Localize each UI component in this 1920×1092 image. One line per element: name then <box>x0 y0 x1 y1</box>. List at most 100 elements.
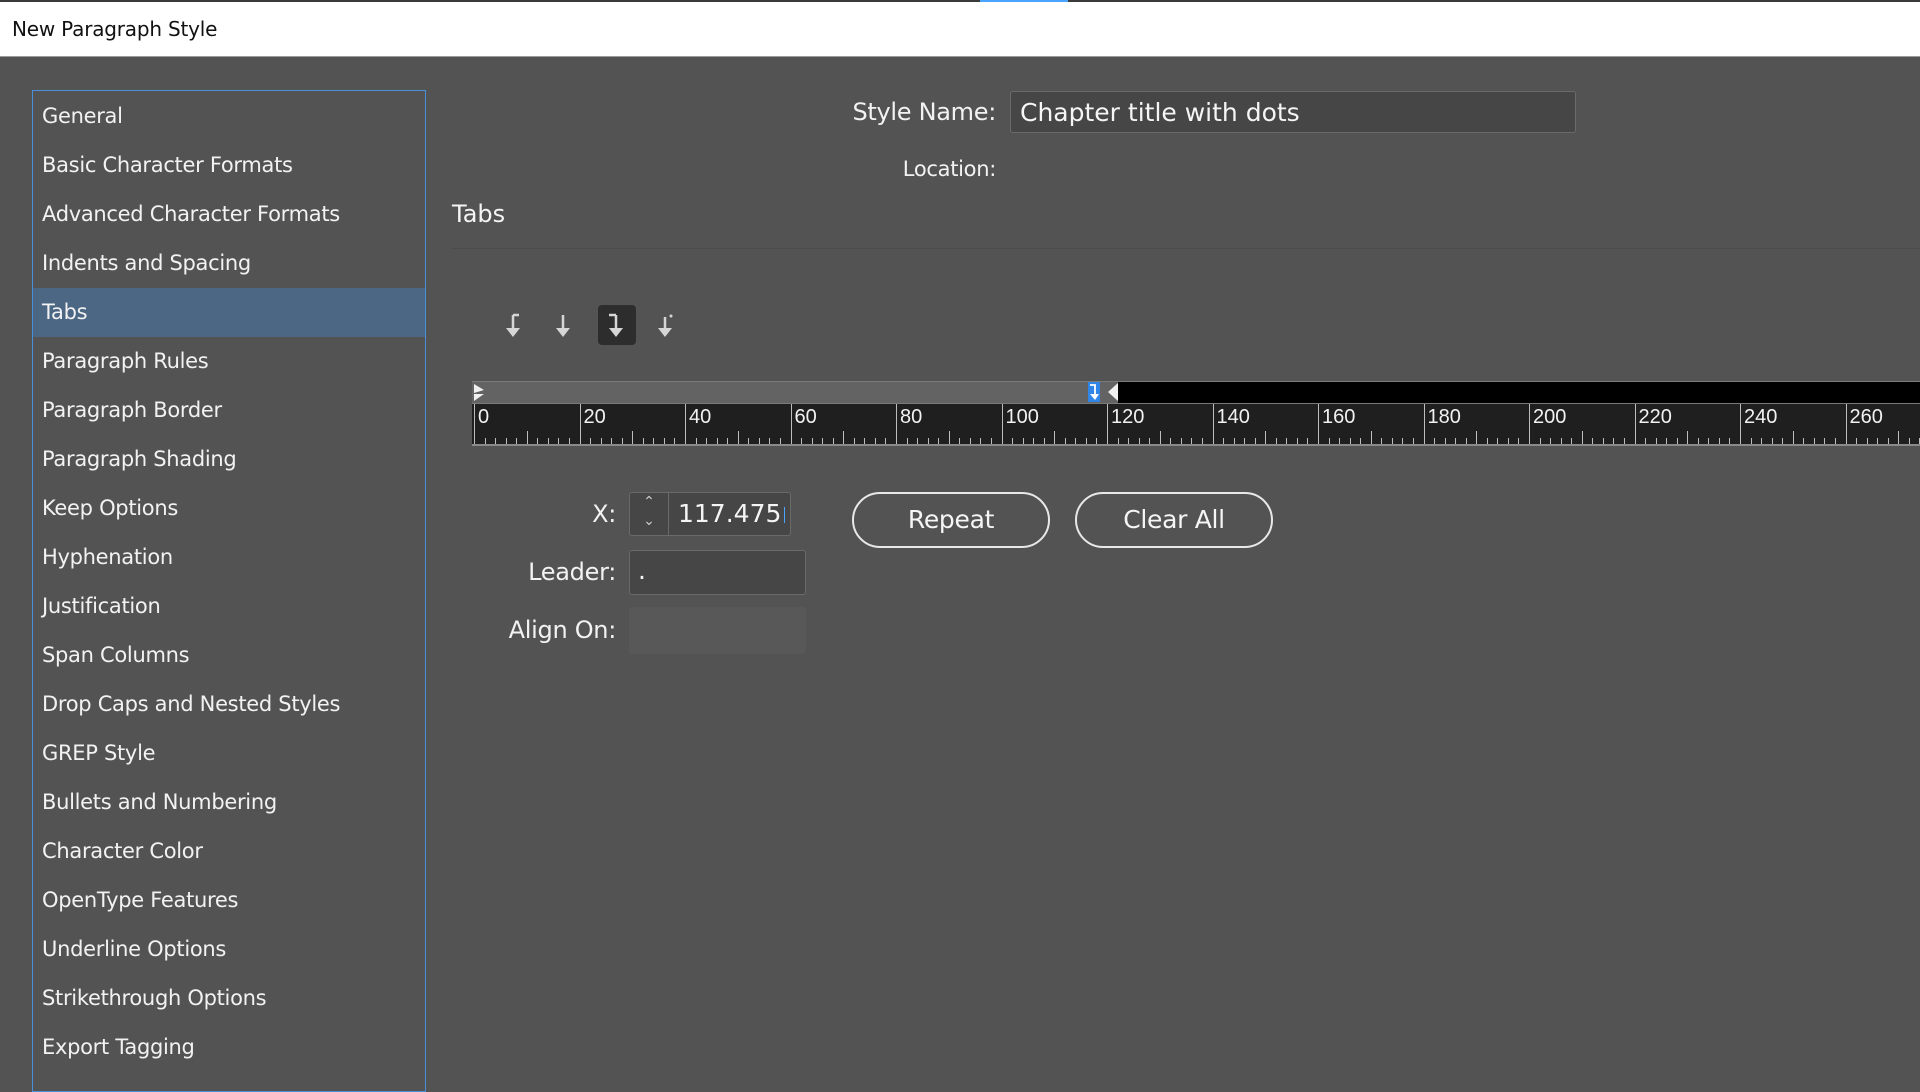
ruler-minor-tick <box>1518 438 1520 444</box>
leader-input[interactable]: . <box>629 550 806 595</box>
ruler-minor-tick <box>843 431 845 444</box>
ruler-major-tick <box>1318 404 1319 444</box>
ruler-minor-tick <box>1096 438 1098 444</box>
ruler-minor-tick <box>906 438 908 444</box>
sidebar-item-indents-and-spacing[interactable]: Indents and Spacing <box>33 239 425 288</box>
ruler-minor-tick <box>822 438 824 444</box>
ruler-label: 100 <box>1005 406 1039 428</box>
ruler-minor-tick <box>727 438 729 444</box>
ruler-minor-tick <box>1265 431 1267 444</box>
x-position-stepper[interactable]: ⌃ ⌄ 117.475 <box>629 492 791 536</box>
style-name-input[interactable]: Chapter title with dots <box>1010 91 1576 133</box>
ruler-minor-tick <box>980 438 982 444</box>
ruler-minor-tick <box>1666 438 1668 444</box>
category-list-items: General Basic Character Formats Advanced C… <box>33 91 425 1072</box>
ruler-minor-tick <box>695 438 697 444</box>
ruler-major-tick <box>1634 404 1636 444</box>
sidebar-item-bullets-and-numbering[interactable]: Bullets and Numbering <box>33 778 425 827</box>
sidebar-item-drop-caps-and-nested-styles[interactable]: Drop Caps and Nested Styles <box>33 680 425 729</box>
sidebar-item-basic-character-formats[interactable]: Basic Character Formats <box>33 141 425 190</box>
tab-stop-marker[interactable] <box>1087 382 1100 402</box>
ruler-minor-tick <box>1370 431 1372 444</box>
ruler-minor-tick <box>1792 431 1794 444</box>
sidebar-item-hyphenation[interactable]: Hyphenation <box>33 533 425 582</box>
ruler-minor-tick <box>1887 438 1889 444</box>
ruler-minor-tick <box>600 438 602 444</box>
ruler-minor-tick <box>1592 438 1594 444</box>
center-justified-tab-button[interactable] <box>546 305 584 345</box>
right-indent-marker[interactable] <box>1107 383 1118 401</box>
ruler-minor-tick <box>990 438 992 444</box>
clear-all-button[interactable]: Clear All <box>1075 492 1273 548</box>
ruler-minor-tick <box>1898 431 1900 444</box>
ruler-minor-tick <box>1866 438 1868 444</box>
ruler-minor-tick <box>1033 438 1035 444</box>
ruler-minor-tick <box>590 438 592 444</box>
chevron-up-icon[interactable]: ⌃ <box>630 493 668 512</box>
ruler-minor-tick <box>1645 438 1647 444</box>
x-position-value[interactable]: 117.475 <box>678 493 781 535</box>
sidebar-item-justification[interactable]: Justification <box>33 582 425 631</box>
ruler-minor-tick <box>1687 431 1689 444</box>
ruler-minor-tick <box>811 438 813 444</box>
ruler-minor-tick <box>1782 438 1784 444</box>
align-to-decimal-tab-button[interactable] <box>648 305 686 345</box>
ruler-major-tick <box>1001 404 1003 444</box>
ruler-major-tick <box>790 404 792 444</box>
ruler-minor-tick <box>1180 438 1182 444</box>
ruler-minor-tick <box>758 438 760 444</box>
ruler-minor-tick <box>1191 438 1193 444</box>
sidebar-item-underline-options[interactable]: Underline Options <box>33 925 425 974</box>
sidebar-item-grep-style[interactable]: GREP Style <box>33 729 425 778</box>
ruler-minor-tick <box>611 438 613 444</box>
ruler-minor-tick <box>1296 438 1298 444</box>
section-title: Tabs <box>452 200 506 228</box>
ruler-minor-tick <box>1655 438 1657 444</box>
sidebar-item-keep-options[interactable]: Keep Options <box>33 484 425 533</box>
sidebar-item-advanced-character-formats[interactable]: Advanced Character Formats <box>33 190 425 239</box>
sidebar-item-paragraph-shading[interactable]: Paragraph Shading <box>33 435 425 484</box>
ruler-minor-tick <box>1761 438 1763 444</box>
sidebar-item-character-color[interactable]: Character Color <box>33 827 425 876</box>
ruler-minor-tick <box>1581 431 1583 444</box>
sidebar-item-strikethrough-options[interactable]: Strikethrough Options <box>33 974 425 1023</box>
sidebar-item-opentype-features[interactable]: OpenType Features <box>33 876 425 925</box>
tab-right-icon <box>609 313 623 337</box>
ruler-label: 80 <box>900 406 923 428</box>
x-position-stepper-arrows[interactable]: ⌃ ⌄ <box>630 493 669 535</box>
sidebar-item-general[interactable]: General <box>33 92 425 141</box>
ruler-minor-tick <box>864 438 866 444</box>
ruler-label: 260 <box>1849 406 1883 428</box>
ruler-major-tick <box>1423 404 1425 444</box>
ruler-minor-tick <box>874 438 876 444</box>
ruler-minor-tick <box>1697 438 1699 444</box>
align-on-input[interactable] <box>629 607 806 654</box>
ruler-minor-tick <box>558 438 560 444</box>
right-justified-tab-button[interactable] <box>598 305 636 345</box>
sidebar-item-tabs[interactable]: Tabs <box>33 288 425 337</box>
ruler-minor-tick <box>716 438 718 444</box>
ruler-minor-tick <box>1360 438 1362 444</box>
ruler-minor-tick <box>1328 438 1330 444</box>
ruler-minor-tick <box>1085 438 1087 444</box>
tab-ruler-track[interactable] <box>472 381 1920 404</box>
ruler-minor-tick <box>938 438 940 444</box>
sidebar-item-export-tagging[interactable]: Export Tagging <box>33 1023 425 1072</box>
ruler-minor-tick <box>1381 438 1383 444</box>
ruler-label: 120 <box>1111 406 1145 428</box>
ruler-scale: 0 20 40 60 80 100 120 140 160 180 200 220 240 260 <box>472 404 1920 446</box>
sidebar-item-paragraph-rules[interactable]: Paragraph Rules <box>33 337 425 386</box>
ruler-minor-tick <box>948 431 950 444</box>
left-justified-tab-button[interactable] <box>496 305 534 345</box>
ruler-major-tick <box>579 404 581 444</box>
left-indent-marker[interactable] <box>474 383 486 403</box>
tab-ruler[interactable]: 0 20 40 60 80 100 120 140 160 180 200 220 240 260 <box>472 378 1920 448</box>
ruler-minor-tick <box>1571 438 1573 444</box>
repeat-button[interactable]: Repeat <box>852 492 1050 548</box>
sidebar-item-span-columns[interactable]: Span Columns <box>33 631 425 680</box>
ruler-minor-tick <box>1138 438 1140 444</box>
ruler-minor-tick <box>832 438 834 444</box>
sidebar-item-paragraph-border[interactable]: Paragraph Border <box>33 386 425 435</box>
tab-left-icon <box>506 313 520 337</box>
chevron-down-icon[interactable]: ⌄ <box>630 512 668 531</box>
